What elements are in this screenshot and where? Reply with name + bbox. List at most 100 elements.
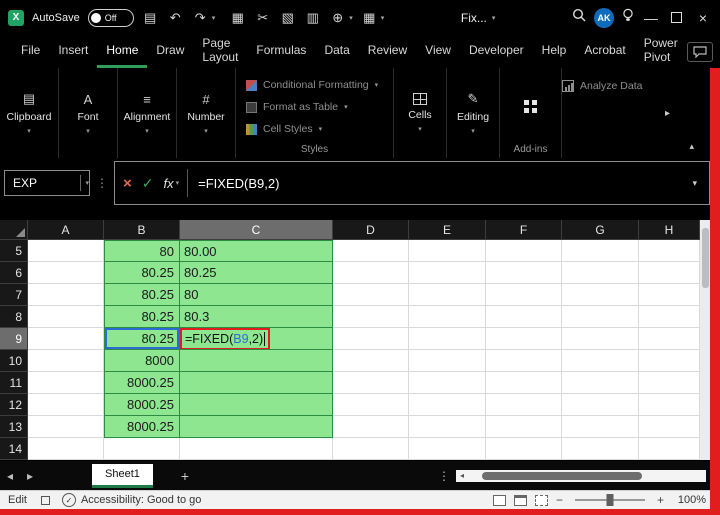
fx-dropdown-icon[interactable]: ▾ bbox=[176, 179, 180, 187]
enter-icon[interactable]: ✓ bbox=[142, 175, 154, 192]
cell-F12[interactable] bbox=[486, 394, 562, 416]
cell-B9[interactable]: 80.25 bbox=[104, 328, 180, 350]
row-header-6[interactable]: 6 bbox=[0, 262, 28, 284]
cell-D13[interactable] bbox=[333, 416, 409, 438]
chart-icon[interactable]: ▥ bbox=[304, 10, 321, 26]
cell-A11[interactable] bbox=[28, 372, 104, 394]
cell-B12[interactable]: 8000.25 bbox=[104, 394, 180, 416]
col-header-B[interactable]: B bbox=[104, 220, 180, 240]
expand-formula-bar-icon[interactable]: ▾ bbox=[692, 178, 701, 189]
ribbon-group-cells[interactable]: Cells ▾ bbox=[394, 68, 447, 158]
tab-developer[interactable]: Developer bbox=[460, 35, 533, 68]
cell-H10[interactable] bbox=[639, 350, 700, 372]
cell-C14[interactable] bbox=[180, 438, 333, 460]
cell-F9[interactable] bbox=[486, 328, 562, 350]
cell-A9[interactable] bbox=[28, 328, 104, 350]
row-header-5[interactable]: 5 bbox=[0, 240, 28, 262]
cell-D10[interactable] bbox=[333, 350, 409, 372]
cell-F11[interactable] bbox=[486, 372, 562, 394]
col-header-F[interactable]: F bbox=[486, 220, 562, 240]
cell-B13[interactable]: 8000.25 bbox=[104, 416, 180, 438]
name-box-dropdown-icon[interactable]: ▾ bbox=[85, 179, 89, 187]
cell-C12[interactable] bbox=[180, 394, 333, 416]
cell-C10[interactable] bbox=[180, 350, 333, 372]
cell-F13[interactable] bbox=[486, 416, 562, 438]
cell-D8[interactable] bbox=[333, 306, 409, 328]
lightbulb-icon[interactable] bbox=[622, 8, 634, 27]
formula-input-area[interactable]: × ✓ fx ▾ =FIXED(B9,2) ▾ bbox=[114, 161, 710, 205]
tab-draw[interactable]: Draw bbox=[147, 35, 193, 68]
tab-review[interactable]: Review bbox=[359, 35, 416, 68]
cell-F8[interactable] bbox=[486, 306, 562, 328]
cell-B11[interactable]: 8000.25 bbox=[104, 372, 180, 394]
row-header-13[interactable]: 13 bbox=[0, 416, 28, 438]
zoom-percentage[interactable]: 100% bbox=[672, 494, 706, 506]
horizontal-scrollbar-thumb[interactable] bbox=[482, 472, 642, 480]
row-header-14[interactable]: 14 bbox=[0, 438, 28, 460]
insert-function-icon[interactable]: fx bbox=[164, 176, 174, 191]
row-header-8[interactable]: 8 bbox=[0, 306, 28, 328]
sheet-tab-sheet1[interactable]: Sheet1 bbox=[92, 464, 153, 488]
cell-D5[interactable] bbox=[333, 240, 409, 262]
row-header-7[interactable]: 7 bbox=[0, 284, 28, 306]
analyze-data-button[interactable]: Analyze Data bbox=[562, 68, 674, 158]
cell-A7[interactable] bbox=[28, 284, 104, 306]
name-box[interactable]: EXP ▾ bbox=[4, 170, 90, 196]
cell-C7[interactable]: 80 bbox=[180, 284, 333, 306]
cell-C13[interactable] bbox=[180, 416, 333, 438]
cell-C8[interactable]: 80.3 bbox=[180, 306, 333, 328]
cell-D9[interactable] bbox=[333, 328, 409, 350]
formula-text[interactable]: =FIXED(B9,2) bbox=[198, 176, 279, 191]
comments-button[interactable] bbox=[687, 42, 713, 62]
table-dropdown-icon[interactable]: ▾ bbox=[381, 14, 385, 22]
accessibility-status[interactable]: Accessibility: Good to go bbox=[81, 494, 201, 506]
tab-file[interactable]: File bbox=[12, 35, 49, 68]
ribbon-group-number[interactable]: # Number ▾ bbox=[177, 68, 236, 158]
zoom-in-icon[interactable]: + bbox=[657, 493, 664, 507]
tab-data[interactable]: Data bbox=[315, 35, 358, 68]
table-icon[interactable]: ▦ bbox=[361, 10, 378, 26]
ribbon-more-icon[interactable]: ▸ bbox=[665, 108, 670, 119]
excel-logo-icon[interactable]: X bbox=[8, 10, 24, 26]
autosave-toggle[interactable]: Off bbox=[88, 9, 134, 27]
cut-icon[interactable]: ✂ bbox=[254, 10, 271, 26]
cell-H6[interactable] bbox=[639, 262, 700, 284]
cell-D11[interactable] bbox=[333, 372, 409, 394]
cell-H14[interactable] bbox=[639, 438, 700, 460]
col-header-H[interactable]: H bbox=[639, 220, 700, 240]
ribbon-group-alignment[interactable]: ≡ Alignment ▾ bbox=[118, 68, 177, 158]
cell-B7[interactable]: 80.25 bbox=[104, 284, 180, 306]
cell-C11[interactable] bbox=[180, 372, 333, 394]
cell-G8[interactable] bbox=[562, 306, 639, 328]
search-icon[interactable] bbox=[572, 8, 586, 27]
cancel-icon[interactable]: × bbox=[123, 175, 132, 192]
cell-G11[interactable] bbox=[562, 372, 639, 394]
cell-styles-button[interactable]: Cell Styles ▾ bbox=[246, 118, 385, 140]
scroll-left-icon[interactable]: ◂ bbox=[456, 471, 468, 480]
vertical-scrollbar-thumb[interactable] bbox=[702, 228, 709, 288]
row-header-10[interactable]: 10 bbox=[0, 350, 28, 372]
cell-E6[interactable] bbox=[409, 262, 486, 284]
cell-G5[interactable] bbox=[562, 240, 639, 262]
redo-icon[interactable]: ↷ bbox=[192, 10, 209, 26]
globe-dropdown-icon[interactable]: ▾ bbox=[349, 14, 353, 22]
ribbon-group-addins[interactable]: Add-ins bbox=[500, 68, 562, 158]
globe-icon[interactable]: ⊕ bbox=[329, 10, 346, 26]
ribbon-group-font[interactable]: A Font ▾ bbox=[59, 68, 118, 158]
copy-icon[interactable]: ▦ bbox=[229, 10, 246, 26]
cell-H13[interactable] bbox=[639, 416, 700, 438]
zoom-out-icon[interactable]: − bbox=[556, 493, 563, 507]
vertical-scrollbar[interactable] bbox=[700, 220, 710, 460]
cell-C5[interactable]: 80.00 bbox=[180, 240, 333, 262]
conditional-formatting-button[interactable]: Conditional Formatting ▾ bbox=[246, 74, 385, 96]
cell-B10[interactable]: 8000 bbox=[104, 350, 180, 372]
row-header-11[interactable]: 11 bbox=[0, 372, 28, 394]
col-header-A[interactable]: A bbox=[28, 220, 104, 240]
cell-A12[interactable] bbox=[28, 394, 104, 416]
add-sheet-button[interactable]: + bbox=[181, 468, 189, 484]
ribbon-group-editing[interactable]: ✎ Editing ▾ bbox=[447, 68, 500, 158]
next-sheet-icon[interactable]: ▸ bbox=[20, 469, 40, 483]
col-header-C[interactable]: C bbox=[180, 220, 333, 240]
col-header-D[interactable]: D bbox=[333, 220, 409, 240]
cell-B5[interactable]: 80 bbox=[104, 240, 180, 262]
